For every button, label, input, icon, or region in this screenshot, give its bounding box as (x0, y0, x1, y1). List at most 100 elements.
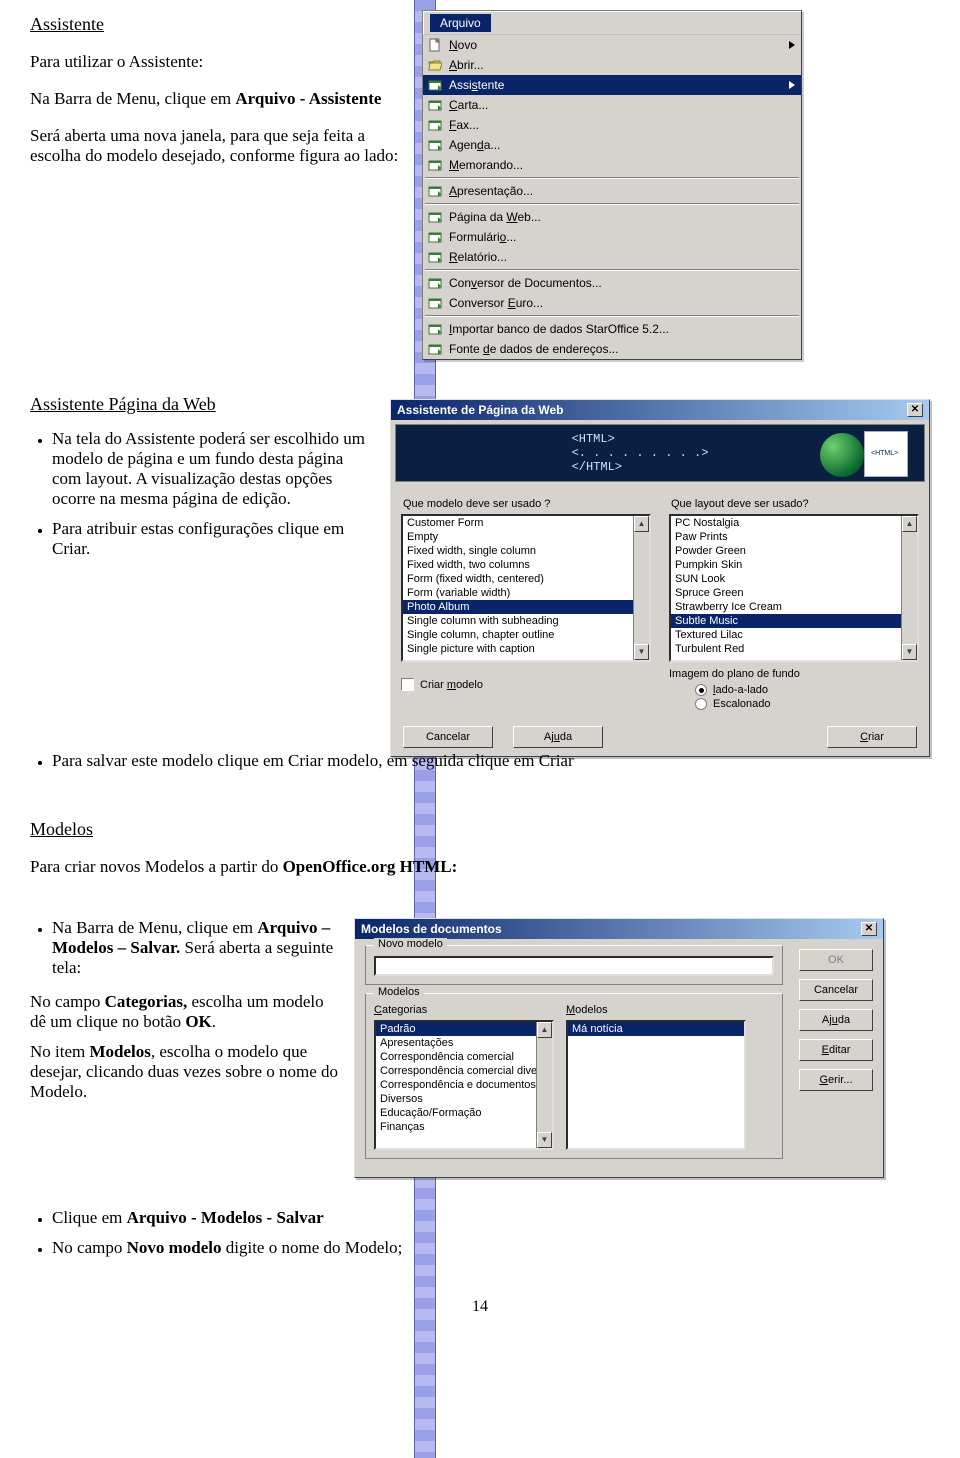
list-item[interactable]: Textured Lilac (671, 628, 917, 642)
menu-item[interactable]: Formulário... (423, 227, 801, 247)
edit-button[interactable]: Editar (799, 1039, 873, 1061)
menu-item[interactable]: Abrir... (423, 55, 801, 75)
list-item[interactable]: Strawberry Ice Cream (671, 600, 917, 614)
background-image-label: Imagem do plano de fundo (669, 668, 919, 680)
scroll-down-icon[interactable]: ▼ (634, 644, 649, 660)
close-icon[interactable]: ✕ (907, 403, 923, 417)
list-item[interactable]: Finanças (376, 1120, 552, 1134)
ok-button[interactable]: OK (799, 949, 873, 971)
list-item[interactable]: Photo Album (403, 600, 649, 614)
create-button[interactable]: Criar (827, 726, 917, 748)
menu-item[interactable]: Importar banco de dados StarOffice 5.2..… (423, 319, 801, 339)
open-icon (427, 57, 443, 73)
list-item[interactable]: PC Nostalgia (671, 516, 917, 530)
card-icon (427, 275, 443, 291)
list-item[interactable]: Fixed width, single column (403, 544, 649, 558)
create-model-checkbox-row[interactable]: Criar modelo (401, 678, 651, 691)
section1-p2: Na Barra de Menu, clique em Arquivo - As… (30, 89, 402, 109)
models-listbox[interactable]: Má notícia (566, 1020, 746, 1150)
menu-item[interactable]: Novo (423, 35, 801, 55)
list-item[interactable]: Paw Prints (671, 530, 917, 544)
layout-listbox[interactable]: PC NostalgiaPaw PrintsPowder GreenPumpki… (669, 514, 919, 662)
section1-title: Assistente (30, 14, 402, 35)
list-item[interactable]: Diversos (376, 1092, 552, 1106)
list-item[interactable]: Empty (403, 530, 649, 544)
help-button[interactable]: Ajuda (799, 1009, 873, 1031)
menu-item[interactable]: Agenda... (423, 135, 801, 155)
radio-icon[interactable] (695, 684, 707, 696)
new-template-input[interactable] (374, 956, 774, 976)
card-icon (427, 183, 443, 199)
list-item[interactable]: Powder Green (671, 544, 917, 558)
menu-item[interactable]: Página da Web... (423, 207, 801, 227)
list-item[interactable]: Educação/Formação (376, 1106, 552, 1120)
list-item[interactable]: Apresentações (376, 1036, 552, 1050)
section2-bullet1: Na tela do Assistente poderá ser escolhi… (52, 429, 372, 509)
list-item[interactable]: Correspondência comercial diversa (376, 1064, 552, 1078)
menu-item[interactable]: Conversor de Documentos... (423, 273, 801, 293)
help-button[interactable]: Ajuda (513, 726, 603, 748)
menu-title-label[interactable]: Arquivo (430, 14, 491, 32)
menu-item[interactable]: Carta... (423, 95, 801, 115)
list-item[interactable]: Form (fixed width, centered) (403, 572, 649, 586)
menu-item[interactable]: Fonte de dados de endereços... (423, 339, 801, 359)
scroll-up-icon[interactable]: ▲ (537, 1022, 552, 1038)
section3-bullet1: Na Barra de Menu, clique em Arquivo – Mo… (52, 918, 342, 978)
list-item[interactable]: Padrão (376, 1022, 552, 1036)
menu-item-label: Carta... (449, 98, 488, 112)
radio-scaled[interactable]: Escalonado (695, 698, 919, 710)
checkbox-icon[interactable] (401, 678, 414, 691)
menu-item-label: Agenda... (449, 138, 500, 152)
templates-group: Categorias PadrãoApresentaçõesCorrespond… (365, 993, 783, 1159)
list-item[interactable]: Single column with subheading (403, 614, 649, 628)
menu-item[interactable]: Apresentação... (423, 181, 801, 201)
menu-divider (425, 203, 799, 205)
scrollbar[interactable]: ▲ ▼ (536, 1022, 552, 1148)
list-item[interactable]: Customer Form (403, 516, 649, 530)
model-listbox[interactable]: Customer FormEmptyFixed width, single co… (401, 514, 651, 662)
list-item[interactable]: Single column, chapter outline (403, 628, 649, 642)
radio-icon[interactable] (695, 698, 707, 710)
manage-button[interactable]: Gerir... (799, 1069, 873, 1091)
section2-title: Assistente Página da Web (30, 394, 410, 415)
menu-item-label: Abrir... (449, 58, 484, 72)
list-item[interactable]: SUN Look (671, 572, 917, 586)
section3-p3: No item Modelos, escolha o modelo que de… (30, 1042, 342, 1102)
list-item[interactable]: Subtle Music (671, 614, 917, 628)
scroll-down-icon[interactable]: ▼ (902, 644, 917, 660)
list-item[interactable]: Form (variable width) (403, 586, 649, 600)
list-item[interactable]: Correspondência comercial (376, 1050, 552, 1064)
scrollbar[interactable]: ▲ ▼ (901, 516, 917, 660)
list-item[interactable]: Fixed width, two columns (403, 558, 649, 572)
scroll-up-icon[interactable]: ▲ (634, 516, 649, 532)
section1-p1: Para utilizar o Assistente: (30, 52, 402, 72)
templates-title: Modelos de documentos (361, 922, 502, 936)
html-doc-icon (864, 431, 908, 477)
menu-item[interactable]: Relatório... (423, 247, 801, 267)
categories-listbox[interactable]: PadrãoApresentaçõesCorrespondência comer… (374, 1020, 554, 1150)
list-item[interactable]: Single picture with caption (403, 642, 649, 656)
cancel-button[interactable]: Cancelar (403, 726, 493, 748)
list-item[interactable]: Correspondência e documentos partic (376, 1078, 552, 1092)
close-icon[interactable]: ✕ (861, 922, 877, 936)
list-item[interactable]: Má notícia (568, 1022, 744, 1036)
radio-tiled[interactable]: lado-a-lado (695, 684, 919, 696)
scrollbar[interactable]: ▲ ▼ (633, 516, 649, 660)
menu-item[interactable]: Fax... (423, 115, 801, 135)
menu-item[interactable]: Conversor Euro... (423, 293, 801, 313)
menu-item[interactable]: Memorando... (423, 155, 801, 175)
menu-item-label: Apresentação... (449, 184, 533, 198)
list-item[interactable]: Pumpkin Skin (671, 558, 917, 572)
list-item[interactable]: Spruce Green (671, 586, 917, 600)
list-item[interactable]: Turbulent Red (671, 642, 917, 656)
menu-item-label: Fax... (449, 118, 479, 132)
card-icon (427, 137, 443, 153)
cancel-button[interactable]: Cancelar (799, 979, 873, 1001)
card-icon (427, 209, 443, 225)
scroll-up-icon[interactable]: ▲ (902, 516, 917, 532)
card-icon (427, 341, 443, 357)
card-icon (427, 229, 443, 245)
menu-item[interactable]: Assistente (423, 75, 801, 95)
scroll-down-icon[interactable]: ▼ (537, 1132, 552, 1148)
menu-item-label: Relatório... (449, 250, 507, 264)
